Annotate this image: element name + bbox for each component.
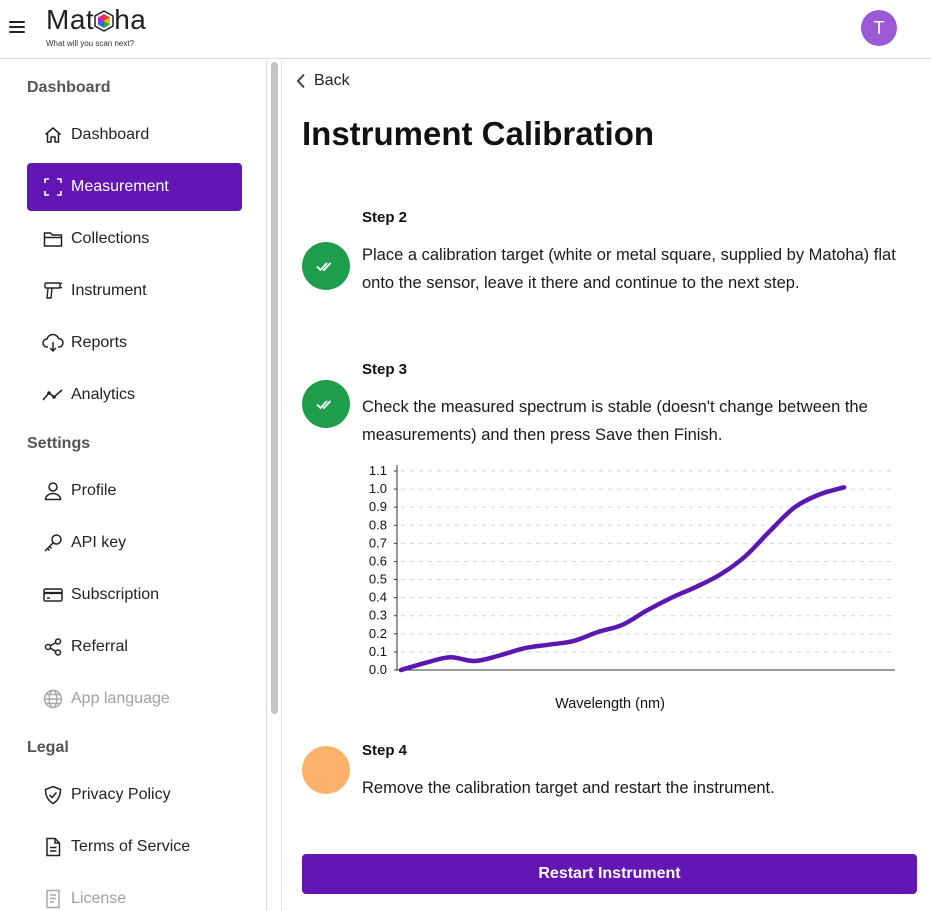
sidebar-item-label: Measurement [71,178,169,195]
cloud-download-icon [42,332,64,354]
double-check-icon [316,262,332,272]
step-3-status-circle [302,380,350,428]
shield-check-icon [42,784,64,806]
spectrum-chart: 0.0 0.1 0.2 0.3 0.4 0.5 0.6 0.7 0.8 0.9 1.0 1.1 [369,463,895,677]
top-bar: Mat ha What will you scan next? T [0,0,931,59]
sidebar: Dashboard Dashboard Measurement Collecti… [0,60,267,911]
logo-text-ma: Mat [46,4,95,35]
sidebar-item-label: Reports [71,334,128,351]
step-4-title: Step 4 [362,742,408,759]
sidebar-item-label: Collections [71,230,150,247]
chart-y-tick-label: 0.3 [369,608,387,623]
sidebar-item-label: Privacy Policy [71,786,171,803]
logo[interactable]: Mat ha What will you scan next? [46,4,146,49]
chevron-left-icon [296,73,305,89]
back-link[interactable]: Back [296,72,350,90]
chart-y-tick-label: 0.9 [369,499,387,514]
scan-icon [42,176,64,198]
double-check-icon [316,400,332,410]
folder-icon [42,228,64,250]
sidebar-item-privacy-policy[interactable]: Privacy Policy [27,771,242,819]
page-title: Instrument Calibration [302,115,655,152]
scanner-gun-icon [42,280,64,302]
chart-y-tick-label: 0.7 [369,535,387,550]
hamburger-menu-icon[interactable] [9,19,25,33]
sidebar-heading-dashboard: Dashboard [27,79,111,96]
trend-line-icon [42,384,64,406]
chart-x-axis-label: Wavelength (nm) [555,696,665,712]
logo-tagline: What will you scan next? [46,39,135,48]
chart-series-line [398,485,847,673]
sidebar-item-measurement[interactable]: Measurement [27,163,242,211]
back-label: Back [314,72,350,89]
user-icon [42,480,64,502]
chart-y-tick-label: 0.5 [369,572,387,587]
sidebar-item-label: Profile [71,482,117,499]
step-3-title: Step 3 [362,361,408,378]
chart-y-tick-label: 1.1 [369,463,387,478]
document-icon [42,836,64,858]
step-3-text: Check the measured spectrum is stable (d… [362,398,868,444]
sidebar-item-collections[interactable]: Collections [27,215,242,263]
sidebar-item-referral[interactable]: Referral [27,623,242,671]
chart-y-tick-label: 0.4 [369,590,387,605]
step-2-status-circle [302,242,350,290]
sidebar-item-instrument[interactable]: Instrument [27,267,242,315]
step-2-text: Place a calibration target (white or met… [362,246,896,292]
sidebar-item-api-key[interactable]: API key [27,519,242,567]
sidebar-item-terms-of-service[interactable]: Terms of Service [27,823,242,871]
globe-icon [42,688,64,710]
key-icon [42,532,64,554]
credit-card-icon [42,584,64,606]
license-icon [42,888,64,910]
sidebar-item-label: Subscription [71,586,160,603]
sidebar-item-label: API key [71,534,127,551]
sidebar-item-label: Instrument [71,282,147,299]
avatar[interactable]: T [861,10,897,46]
sidebar-item-dashboard[interactable]: Dashboard [27,111,242,159]
step-2-title: Step 2 [362,209,408,226]
step-4-text: Remove the calibration target and restar… [362,779,775,797]
chart-y-tick-label: 0.6 [369,553,387,568]
sidebar-item-label: License [71,890,127,907]
sidebar-item-label: Dashboard [71,126,150,143]
sidebar-item-license[interactable]: License [27,875,242,911]
logo-hexagon-icon [94,7,114,39]
sidebar-item-analytics[interactable]: Analytics [27,371,242,419]
sidebar-item-reports[interactable]: Reports [27,319,242,367]
sidebar-item-subscription[interactable]: Subscription [27,571,242,619]
sidebar-item-profile[interactable]: Profile [27,467,242,515]
home-icon [42,124,64,146]
step-4-status-circle [302,746,350,794]
sidebar-item-label: Referral [71,638,128,655]
chart-y-tick-label: 0.2 [369,626,387,641]
sidebar-heading-legal: Legal [27,739,69,756]
sidebar-item-label: App language [71,690,170,707]
sidebar-heading-settings: Settings [27,435,91,452]
chart-y-tick-label: 1.0 [369,481,387,496]
chart-y-tick-label: 0.8 [369,517,387,532]
sidebar-item-label: Terms of Service [71,838,191,855]
chart-y-tick-label: 0.0 [369,662,387,677]
sidebar-item-app-language[interactable]: App language [27,675,242,723]
restart-instrument-button[interactable]: Restart Instrument [302,854,917,894]
sidebar-scrollbar-thumb[interactable] [271,62,278,714]
logo-text-ha: ha [114,4,147,35]
logo-wordmark: Mat ha [46,4,146,39]
chart-y-tick-label: 0.1 [369,644,387,659]
sidebar-item-label: Analytics [71,386,136,403]
share-icon [42,636,64,658]
